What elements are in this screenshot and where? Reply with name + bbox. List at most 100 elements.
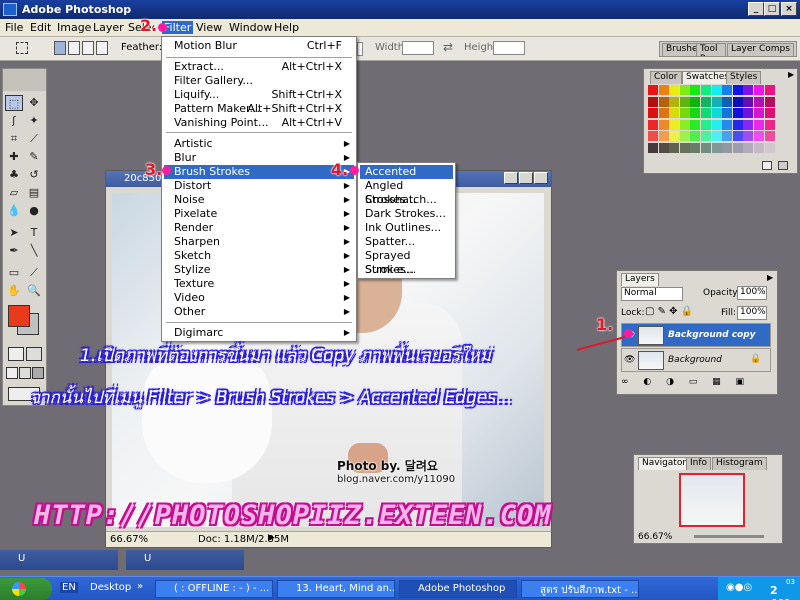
swatch[interactable] (679, 119, 690, 130)
swatch[interactable] (764, 142, 775, 153)
menu-item-extract[interactable]: Extract... Alt+Ctrl+X (164, 60, 354, 74)
swatch[interactable] (711, 119, 722, 130)
lock-icons[interactable]: ▢ ✎ ✥ 🔒 (645, 306, 693, 317)
menu-item-sharpen[interactable]: Sharpen ▶ (164, 235, 354, 249)
healing-brush-icon[interactable]: ✚ (5, 149, 23, 165)
swatch[interactable] (764, 96, 775, 107)
submenu-item-dark-strokes[interactable]: Dark Strokes... (360, 207, 453, 221)
menu-help[interactable]: Help (274, 21, 299, 34)
menu-item-liquify[interactable]: Liquify... Shift+Ctrl+X (164, 88, 354, 102)
minimized-window[interactable]: U (0, 550, 118, 570)
swatch[interactable] (732, 108, 743, 118)
swatch[interactable] (669, 119, 680, 130)
crop-icon[interactable]: ⌗ (5, 131, 23, 147)
line-icon[interactable]: ╲ (25, 243, 43, 259)
swatch[interactable] (754, 96, 764, 107)
menu-item-video[interactable]: Video ▶ (164, 291, 354, 305)
intersect-selection-icon[interactable] (96, 41, 108, 55)
eraser-icon[interactable]: ▱ (5, 185, 23, 201)
screen-mode-full-menu-icon[interactable] (19, 367, 31, 379)
menu-file[interactable]: File (5, 21, 23, 34)
navigator-zoom[interactable]: 66.67% (638, 532, 672, 542)
pen-icon[interactable]: ✒ (5, 243, 23, 259)
swatch[interactable] (648, 142, 658, 153)
lasso-icon[interactable]: ʃ (5, 113, 23, 129)
swatch[interactable] (669, 85, 680, 95)
standard-mode-icon[interactable] (8, 347, 24, 361)
height-input[interactable] (493, 41, 525, 55)
tab-styles[interactable]: Styles (726, 71, 762, 84)
menu-window[interactable]: Window (229, 21, 272, 34)
swatch[interactable] (690, 142, 701, 153)
menu-item-blur[interactable]: Blur ▶ (164, 151, 354, 165)
swatch[interactable] (701, 119, 711, 130)
swatch[interactable] (690, 108, 701, 118)
submenu-item-angled-strokes[interactable]: Angled Strokes... (360, 179, 453, 206)
zoom-icon[interactable]: 🔍 (25, 283, 43, 299)
tab-layers[interactable]: Layers (621, 273, 659, 286)
fill-input[interactable]: 100% (737, 306, 767, 320)
navigator-preview[interactable] (679, 473, 745, 527)
tab-layer-comps[interactable]: Layer Comps (727, 43, 794, 56)
swatch[interactable] (701, 142, 711, 153)
maximize-button[interactable]: □ (764, 2, 780, 16)
menu-item-motion-blur[interactable]: Motion Blur Ctrl+F (164, 39, 354, 53)
quick-mask-icon[interactable] (26, 347, 42, 361)
swatch[interactable] (669, 108, 680, 118)
menu-item-texture[interactable]: Texture ▶ (164, 277, 354, 291)
menu-item-distort[interactable]: Distort ▶ (164, 179, 354, 193)
history-brush-icon[interactable]: ↺ (25, 167, 43, 183)
swatch[interactable] (648, 108, 658, 118)
layer-row-background-copy[interactable]: 👁 Background copy (621, 323, 771, 347)
tray-icons[interactable]: ◉●◎ (726, 582, 752, 593)
menu-item-digimarc[interactable]: Digimarc ▶ (164, 326, 354, 340)
swatch[interactable] (732, 85, 743, 95)
menu-image[interactable]: Image (57, 21, 91, 34)
swatch[interactable] (701, 108, 711, 118)
swatch[interactable] (679, 85, 690, 95)
new-selection-icon[interactable] (54, 41, 66, 55)
submenu-item-accented-edges[interactable]: Accented Edges... (360, 165, 453, 192)
swatch[interactable] (732, 119, 743, 130)
swatch[interactable] (701, 131, 711, 141)
start-button[interactable] (0, 578, 52, 600)
swatch[interactable] (754, 119, 764, 130)
menu-item-artistic[interactable]: Artistic ▶ (164, 137, 354, 151)
swatch[interactable] (701, 96, 711, 107)
swatch[interactable] (722, 96, 733, 107)
swatch[interactable] (679, 131, 690, 141)
menu-item-pattern-maker[interactable]: Pattern Maker... Alt+Shift+Ctrl+X (164, 102, 354, 116)
doc-minimize-button[interactable] (504, 172, 518, 184)
swatch[interactable] (754, 108, 764, 118)
foreground-color-swatch[interactable] (8, 305, 30, 327)
swatch[interactable] (711, 131, 722, 141)
swatch[interactable] (743, 108, 754, 118)
swatch[interactable] (764, 108, 775, 118)
swatch[interactable] (679, 96, 690, 107)
marquee-tool-icon[interactable] (16, 42, 28, 54)
swatch[interactable] (722, 85, 733, 95)
swatch[interactable] (690, 96, 701, 107)
layer-row-background[interactable]: 👁 Background 🔒 (621, 348, 771, 372)
submenu-item-sprayed-strokes[interactable]: Sprayed Strokes... (360, 249, 453, 276)
width-input[interactable] (402, 41, 434, 55)
doc-close-button[interactable] (534, 172, 548, 184)
tab-info[interactable]: Info (686, 457, 712, 470)
swatch[interactable] (658, 142, 669, 153)
tab-navigator[interactable]: Navigator (638, 457, 691, 470)
swatch[interactable] (679, 108, 690, 118)
submenu-item-sumi-e[interactable]: Sumi-e... (360, 263, 453, 277)
eyedropper-icon[interactable]: ⟋ (25, 265, 43, 281)
task-button-offline[interactable]: ( : OFFLINE : - ) - ... (155, 580, 273, 598)
swatch[interactable] (658, 108, 669, 118)
menu-edit[interactable]: Edit (30, 21, 51, 34)
swatch[interactable] (658, 85, 669, 95)
clock[interactable]: 2 AM (770, 584, 800, 600)
tab-histogram[interactable]: Histogram (712, 457, 767, 470)
task-button-photoshop[interactable]: Adobe Photoshop (399, 580, 517, 598)
swatch[interactable] (711, 85, 722, 95)
swatch[interactable] (658, 96, 669, 107)
slice-icon[interactable]: ⟋ (25, 131, 43, 147)
menu-layer[interactable]: Layer (93, 21, 124, 34)
menu-item-sketch[interactable]: Sketch ▶ (164, 249, 354, 263)
